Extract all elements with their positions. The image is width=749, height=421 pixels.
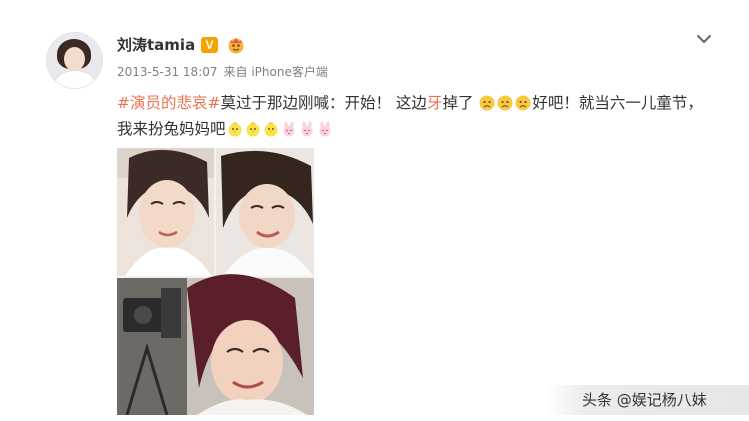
avatar-body bbox=[56, 71, 94, 88]
chick-emoji-icon bbox=[246, 122, 260, 137]
sad-face-emoji-icon bbox=[497, 95, 513, 111]
sad-face-emoji-icon bbox=[515, 95, 531, 111]
verified-badge-icon: V bbox=[201, 37, 218, 53]
chevron-down-icon[interactable] bbox=[695, 30, 713, 48]
avatar-face bbox=[64, 47, 85, 71]
post-photo[interactable] bbox=[117, 148, 314, 415]
bunny-emoji-icon bbox=[283, 121, 295, 137]
text-highlight: 牙 bbox=[426, 94, 443, 112]
chick-emoji-icon bbox=[264, 122, 278, 137]
author-avatar[interactable] bbox=[47, 33, 102, 88]
chick-emoji-icon bbox=[228, 122, 242, 137]
photo-collage bbox=[117, 148, 314, 415]
topic-link[interactable]: #演员的悲哀# bbox=[117, 94, 220, 112]
text-part2: 掉了 bbox=[442, 94, 474, 112]
post-source: 来自 iPhone客户端 bbox=[223, 65, 328, 79]
bunny-emoji-icon bbox=[319, 121, 331, 137]
post-date[interactable]: 2013-5-31 18:07 bbox=[117, 65, 218, 79]
post-meta: 2013-5-31 18:07 来自 iPhone客户端 bbox=[117, 64, 328, 80]
sad-face-emoji-icon bbox=[479, 95, 495, 111]
text-part1: 莫过于那边刚喊：开始！ 这边 bbox=[220, 94, 427, 112]
toutiao-watermark: 头条 @娱记杨八妹 bbox=[582, 391, 707, 409]
bunny-emoji-icon bbox=[301, 121, 313, 137]
weibo-post-card: 刘涛tamia V 2013-5-31 18:07 来自 iPhone客户端 #演… bbox=[0, 0, 749, 421]
post-text: #演员的悲哀#莫过于那边刚喊：开始！ 这边牙掉了 好吧！就当六一儿童节，我来扮兔… bbox=[117, 90, 717, 142]
author-name[interactable]: 刘涛tamia bbox=[117, 35, 195, 55]
member-crown-icon bbox=[228, 38, 244, 54]
